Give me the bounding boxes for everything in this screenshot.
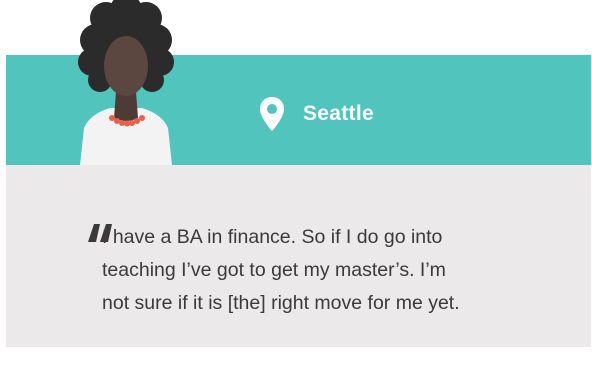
quote-line: not sure if it is [the] right move for m… xyxy=(102,292,460,314)
quote-line: I have a BA in finance. So if I do go in… xyxy=(102,226,443,248)
quote-line: teaching I’ve got to get my master’s. I’… xyxy=(102,259,446,281)
persona-card: Seattle I have a BA in finance. So if I … xyxy=(6,0,591,375)
map-pin-icon xyxy=(260,97,284,131)
city-name: Seattle xyxy=(303,102,374,125)
location: Seattle xyxy=(259,92,374,136)
woman-avatar-icon xyxy=(78,0,174,165)
quote-text: I have a BA in finance. So if I do go in… xyxy=(102,221,572,320)
